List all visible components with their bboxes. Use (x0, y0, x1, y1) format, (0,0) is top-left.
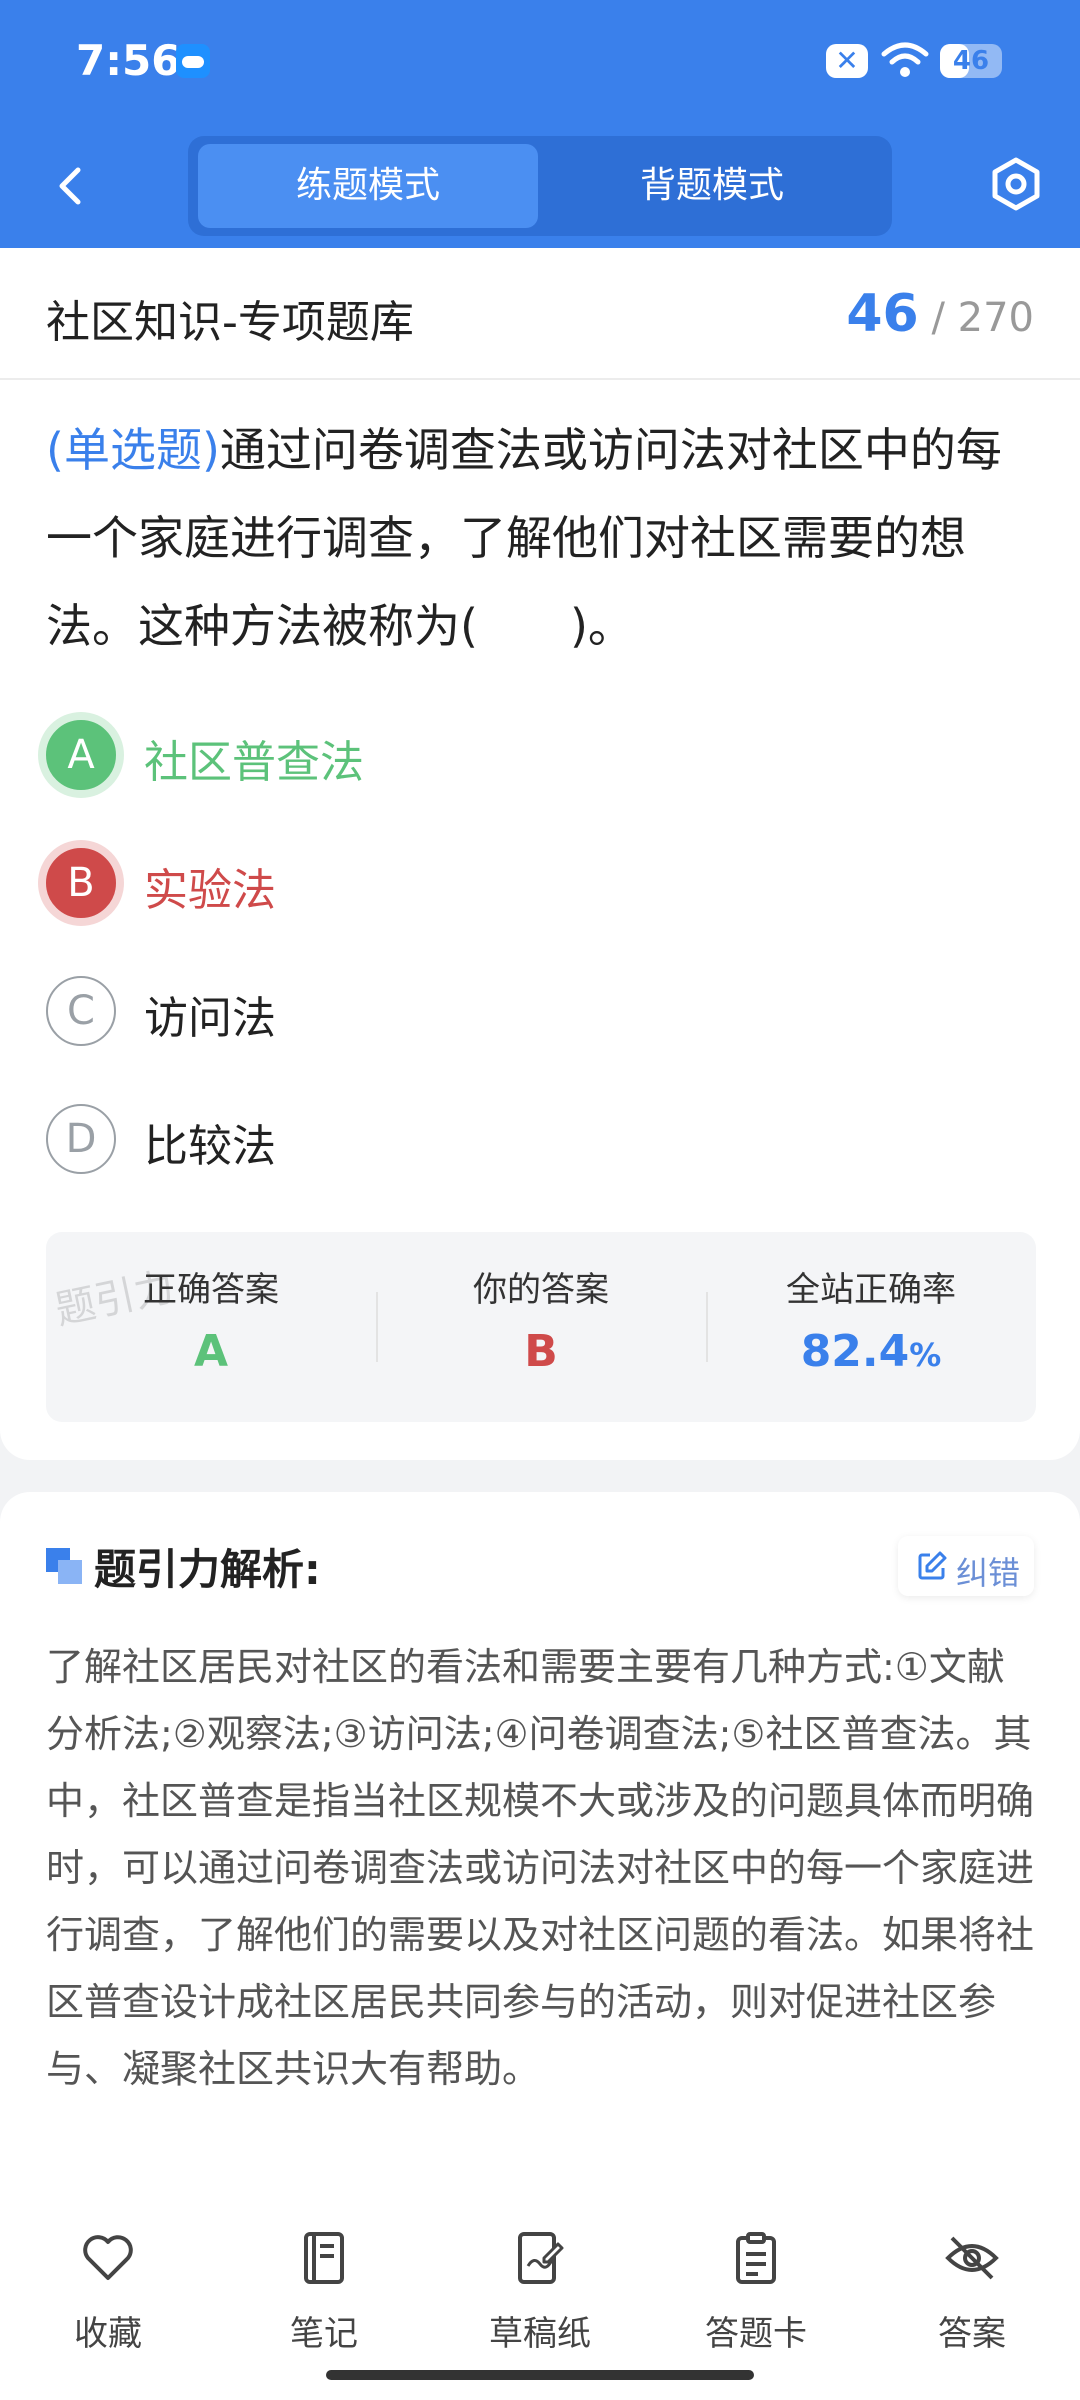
scratch-paper-icon (518, 2232, 564, 2284)
eye-off-icon (945, 2236, 999, 2280)
show-answer-button[interactable]: 答案 (882, 2230, 1062, 2360)
mode-switch: 练题模式 背题模式 (188, 136, 892, 236)
option-b[interactable]: B 实验法 (46, 838, 946, 928)
analysis-title: 题引力解析: (94, 1545, 321, 1594)
clipboard-icon (736, 2232, 776, 2284)
answer-card-button[interactable]: 答题卡 (666, 2230, 846, 2360)
option-letter: B (46, 848, 116, 918)
total-questions: 270 (957, 295, 1034, 341)
question-bank-title: 社区知识-专项题库 (46, 297, 414, 348)
question-text: (单选题)通过问卷调查法或访问法对社区中的每一个家庭进行调查，了解他们对社区需要… (46, 406, 1036, 670)
report-error-button[interactable]: 纠错 (898, 1536, 1034, 1596)
your-answer-column: 你的答案 B (376, 1232, 706, 1422)
status-bar: 7:56 ✕ 46 (0, 0, 1080, 124)
your-answer-value: B (524, 1326, 558, 1377)
wifi-icon (881, 42, 929, 77)
notebook-icon (304, 2232, 344, 2284)
top-bar: 7:56 ✕ 46 练题模式 背题模式 (0, 0, 1080, 248)
correct-answer-column: 正确答案 A (46, 1232, 376, 1422)
question-progress: 46 / 270 (846, 284, 1034, 344)
option-text: 比较法 (144, 1121, 276, 1172)
notes-button[interactable]: 笔记 (234, 2230, 414, 2360)
divider (0, 378, 1080, 380)
status-time: 7:56 (76, 36, 181, 85)
question-card: 社区知识-专项题库 46 / 270 (单选题)通过问卷调查法或访问法对社区中的… (0, 248, 1080, 1460)
correct-answer-label: 正确答案 (143, 1270, 279, 1310)
current-question-number: 46 (846, 284, 919, 344)
back-icon[interactable] (40, 154, 104, 218)
heart-icon (83, 2235, 133, 2280)
scratch-paper-button[interactable]: 草稿纸 (450, 2230, 630, 2360)
accuracy-unit: % (909, 1336, 942, 1374)
accuracy-column: 全站正确率 82.4% (706, 1232, 1036, 1422)
favorite-label: 收藏 (74, 2314, 142, 2354)
option-text: 社区普查法 (144, 737, 364, 788)
option-d[interactable]: D 比较法 (46, 1094, 946, 1184)
analysis-text: 了解社区居民对社区的看法和需要主要有几种方式:①文献分析法;②观察法;③访问法;… (46, 1645, 1035, 2091)
weather-icon (176, 44, 210, 78)
notes-label: 笔记 (290, 2314, 358, 2354)
edit-icon (918, 1551, 947, 1580)
option-text: 实验法 (144, 865, 276, 916)
option-c[interactable]: C 访问法 (46, 966, 946, 1056)
accuracy-label: 全站正确率 (786, 1270, 956, 1310)
tab-memorize-mode[interactable]: 背题模式 (542, 144, 882, 228)
accuracy-value: 82.4% (706, 1326, 1036, 1377)
favorite-button[interactable]: 收藏 (18, 2230, 198, 2360)
nav-bar: 练题模式 背题模式 (0, 124, 1080, 248)
tab-practice-mode[interactable]: 练题模式 (198, 144, 538, 228)
your-answer-label: 你的答案 (473, 1270, 609, 1310)
answer-card-label: 答题卡 (705, 2314, 807, 2354)
show-answer-label: 答案 (938, 2314, 1006, 2354)
report-error-label: 纠错 (956, 1554, 1021, 1592)
settings-icon[interactable] (984, 152, 1048, 216)
battery-level: 46 (952, 46, 990, 76)
analysis-card: 题引力解析: 纠错 了解社区居民对社区的看法和需要主要有几种方式:①文献分析法;… (0, 1492, 1080, 2272)
option-a[interactable]: A 社区普查法 (46, 710, 946, 800)
option-text: 访问法 (144, 993, 276, 1044)
battery-icon: 46 (940, 44, 1002, 78)
progress-separator: / (931, 295, 945, 341)
bottom-toolbar: 收藏 笔记 草稿纸 答题卡 答案 (0, 2190, 1080, 2400)
option-letter: A (46, 720, 116, 790)
answer-summary: 题引力 正确答案 A 你的答案 B 全站正确率 82.4% (46, 1232, 1036, 1422)
correct-answer-value: A (193, 1326, 229, 1377)
scratch-paper-label: 草稿纸 (489, 2314, 591, 2354)
no-sim-icon: ✕ (826, 44, 868, 78)
home-indicator[interactable] (326, 2370, 754, 2380)
option-letter: C (46, 976, 116, 1046)
question-type: (单选题) (46, 423, 220, 477)
accuracy-number: 82.4 (800, 1326, 910, 1377)
analysis-icon (46, 1548, 82, 1584)
option-letter: D (46, 1104, 116, 1174)
